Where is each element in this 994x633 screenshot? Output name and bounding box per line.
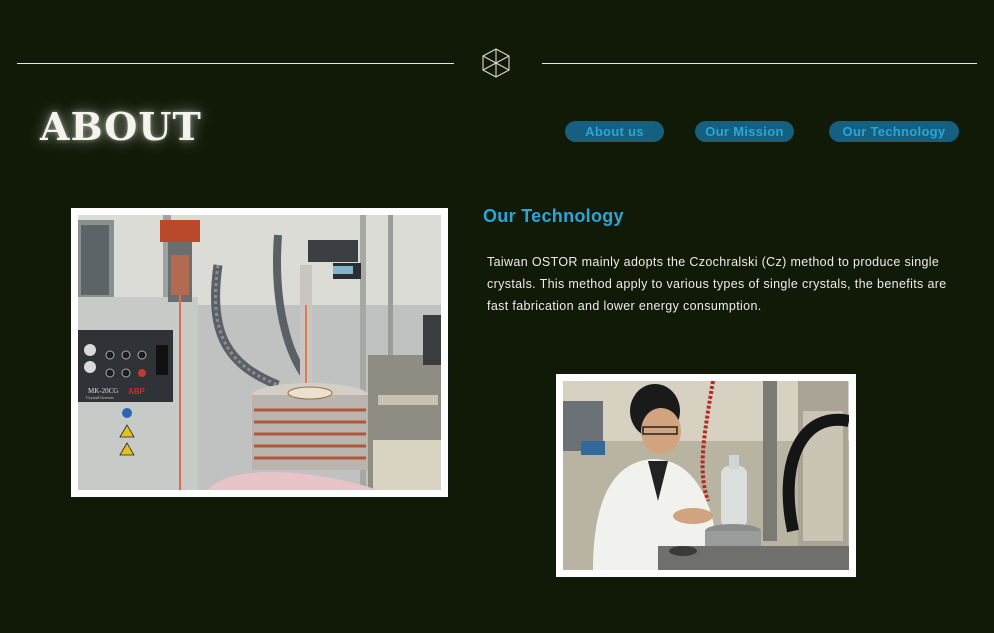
researcher-photo xyxy=(556,374,856,577)
cube-logo-icon xyxy=(482,48,510,78)
nav-our-mission-button[interactable]: Our Mission xyxy=(695,121,794,142)
header-rule-right xyxy=(542,63,977,64)
section-heading: Our Technology xyxy=(483,206,624,226)
technology-description: Taiwan OSTOR mainly adopts the Czochrals… xyxy=(487,255,947,313)
brand-label: ABP xyxy=(128,387,146,396)
machine-caption-label: Crystal Grower xyxy=(86,395,114,400)
machine-model-label: MK-20CG xyxy=(88,387,118,395)
crystal-grower-image: MK-20CG Crystal Grower ABP xyxy=(78,215,441,490)
page-title: ABOUT xyxy=(40,104,202,149)
nav-about-us-button[interactable]: About us xyxy=(565,121,664,142)
nav-our-technology-button[interactable]: Our Technology xyxy=(829,121,959,142)
header-rule-left xyxy=(17,63,454,64)
crystal-grower-photo: MK-20CG Crystal Grower ABP xyxy=(71,208,448,497)
researcher-image xyxy=(563,381,849,570)
